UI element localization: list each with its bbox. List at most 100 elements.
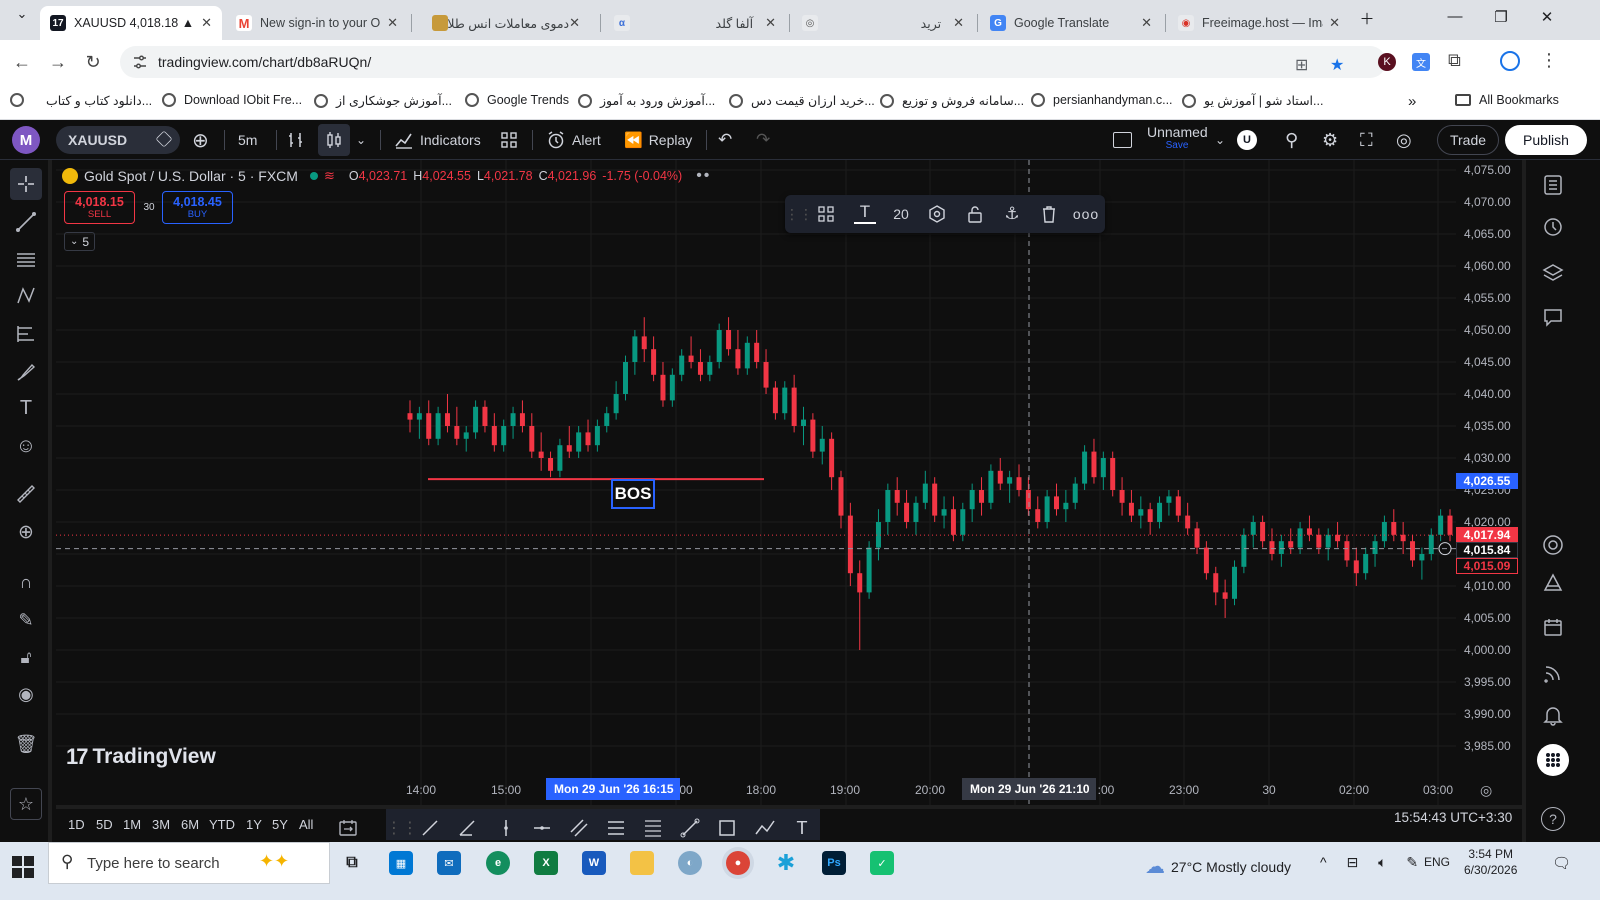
publish-button[interactable]: Publish [1505, 125, 1587, 155]
layout-name[interactable]: Unnamed Save [1147, 124, 1208, 151]
bookmark-item[interactable]: آموزش جوشکاری از... [314, 93, 452, 108]
excel-icon[interactable]: X [534, 851, 558, 875]
lock-icon[interactable]: 🔓︎ [12, 644, 40, 672]
camera-icon[interactable]: ◎ [1396, 120, 1412, 160]
symbol-search[interactable]: XAUUSD [56, 126, 180, 154]
user-badge[interactable]: U [1237, 130, 1257, 150]
bookmark-item[interactable]: آموزش ورود به آموز... [578, 93, 715, 108]
vpn-icon[interactable]: ✓ [870, 851, 894, 875]
all-bookmarks[interactable]: All Bookmarks [1455, 93, 1559, 107]
bos-annotation[interactable]: BOS [611, 479, 655, 509]
trend-line-icon[interactable] [12, 208, 40, 236]
bookmark-item[interactable]: خرید ارزان قیمت دس... [729, 93, 875, 108]
word-icon[interactable]: W [582, 851, 606, 875]
chevron-down-icon[interactable]: ⌄ [1215, 120, 1225, 160]
range-5d[interactable]: 5D [96, 817, 113, 832]
tray-icons[interactable]: ^ ⊟ 🔈︎ ✎ [1320, 854, 1426, 871]
settings-icon[interactable]: ⚙ [1322, 120, 1338, 160]
fib-retracement-icon[interactable] [604, 817, 628, 839]
apps-grid-icon[interactable] [1537, 744, 1569, 776]
watchlist-icon[interactable] [1538, 170, 1568, 200]
windows-start-icon[interactable] [12, 856, 34, 878]
more-bookmarks-icon[interactable]: » [1408, 93, 1416, 110]
buy-button[interactable]: 4,018.45 BUY [162, 191, 233, 224]
date-range-icon[interactable] [336, 817, 360, 839]
task-view-icon[interactable]: ⧉ [340, 851, 364, 875]
alert-button[interactable]: Alert [546, 120, 601, 160]
range-3m[interactable]: 3M [152, 817, 170, 832]
calendar-icon[interactable] [1538, 612, 1568, 642]
text-tool-icon[interactable]: T [12, 394, 40, 422]
bookmark-item[interactable]: persianhandyman.c... [1031, 93, 1173, 107]
bookmark-item[interactable] [10, 93, 32, 107]
crosshair-icon[interactable] [10, 168, 42, 200]
close-icon[interactable]: ✕ [569, 15, 580, 31]
url-input[interactable]: tradingview.com/chart/db8aRUQn/ ⊞ ★ [120, 46, 1386, 78]
chart-pane[interactable] [56, 160, 1522, 805]
close-icon[interactable]: ✕ [201, 15, 212, 31]
range-6m[interactable]: 6M [181, 817, 199, 832]
anchor-icon[interactable]: ⚓︎ [1002, 204, 1022, 224]
fib-icon[interactable] [12, 246, 40, 274]
range-ytd[interactable]: YTD [209, 817, 235, 832]
trade-button[interactable]: Trade [1437, 125, 1499, 155]
target-icon[interactable] [1538, 530, 1568, 560]
bookmark-star-icon[interactable]: ★ [1330, 55, 1344, 75]
range-1m[interactable]: 1M [123, 817, 141, 832]
bookmark-item[interactable]: دانلود کتاب و کتاب... [46, 93, 152, 108]
layout-toggle-icon[interactable] [1113, 120, 1132, 160]
range-1y[interactable]: 1Y [246, 817, 262, 832]
reload-icon[interactable]: ↻ [81, 51, 105, 73]
close-icon[interactable]: ✕ [387, 15, 398, 31]
chrome-icon[interactable]: ● [726, 851, 750, 875]
close-icon[interactable]: ✕ [765, 15, 776, 31]
trash-icon[interactable]: 🗑︎ [12, 730, 40, 758]
tab-search-icon[interactable]: ⌄ [2, 6, 42, 22]
text-tool-icon[interactable]: T [790, 817, 814, 839]
drag-handle-icon[interactable]: ⋮⋮ [386, 817, 418, 839]
pencil-lock-icon[interactable]: ✎ [12, 606, 40, 634]
favorites-star-icon[interactable]: ☆ [10, 788, 42, 820]
add-symbol-icon[interactable]: ⊕ [192, 120, 209, 160]
extension-k-icon[interactable]: K [1378, 53, 1396, 71]
tab-gold-demo[interactable]: ✕ دموی معاملات انس طلا [414, 6, 596, 40]
avatar[interactable]: M [12, 126, 40, 154]
alerts-clock-icon[interactable] [1538, 212, 1568, 242]
menu-icon[interactable]: ⋮ [1540, 50, 1558, 71]
close-icon[interactable]: ✕ [1329, 15, 1340, 31]
drag-handle-icon[interactable]: ⋮⋮ [785, 204, 813, 224]
vertical-line-icon[interactable] [494, 817, 518, 839]
tab-trade[interactable]: ◎ ترید ✕ [792, 6, 974, 40]
taskbar-search[interactable]: ⚲ Type here to search ✦✦ [48, 842, 330, 884]
store-icon[interactable]: ▦ [389, 851, 413, 875]
ray-icon[interactable] [455, 817, 479, 839]
help-icon[interactable]: ? [1538, 804, 1568, 834]
tab-freeimage[interactable]: ◉ Freeimage.host — Ima ✕ [1168, 6, 1350, 40]
trend-line-icon[interactable] [418, 817, 442, 839]
pattern-icon[interactable] [12, 282, 40, 310]
tab-gmail[interactable]: M New sign-in to your O ✕ [226, 6, 408, 40]
bookmark-item[interactable]: Google Trends [465, 93, 569, 107]
eye-icon[interactable]: ◉ [12, 680, 40, 708]
font-size-value[interactable]: 20 [891, 204, 911, 224]
notification-icon[interactable]: 🗨︎ [1552, 854, 1571, 872]
extension-translate-icon[interactable]: 文 [1412, 53, 1430, 71]
fib-extension-icon[interactable] [641, 817, 665, 839]
back-icon[interactable]: ← [10, 51, 34, 73]
bookmark-item[interactable]: استاد شو | آموزش یو... [1182, 93, 1323, 108]
settings-icon[interactable] [927, 204, 947, 224]
brush-icon[interactable] [12, 358, 40, 386]
tab-alpha-gold[interactable]: α آلفا گلد ✕ [604, 6, 786, 40]
templates-icon[interactable] [816, 204, 836, 224]
pinned-app-icon[interactable]: ✱ [774, 850, 798, 875]
lock-icon[interactable] [965, 204, 985, 224]
weather-widget[interactable]: ☁ 27°C Mostly cloudy [1145, 854, 1291, 879]
templates-icon[interactable] [500, 120, 518, 160]
sell-button[interactable]: 4,018.15 SELL [64, 191, 135, 224]
mail-icon[interactable]: ✉ [437, 851, 461, 875]
translate-page-icon[interactable]: ⊞ [1295, 55, 1308, 75]
interval-button[interactable]: 5m [238, 120, 257, 160]
replay-button[interactable]: ⏪ Replay [624, 120, 692, 160]
symbol-title[interactable]: Gold Spot / U.S. Dollar · 5 · FXCM [84, 168, 298, 184]
forecast-icon[interactable] [12, 320, 40, 348]
